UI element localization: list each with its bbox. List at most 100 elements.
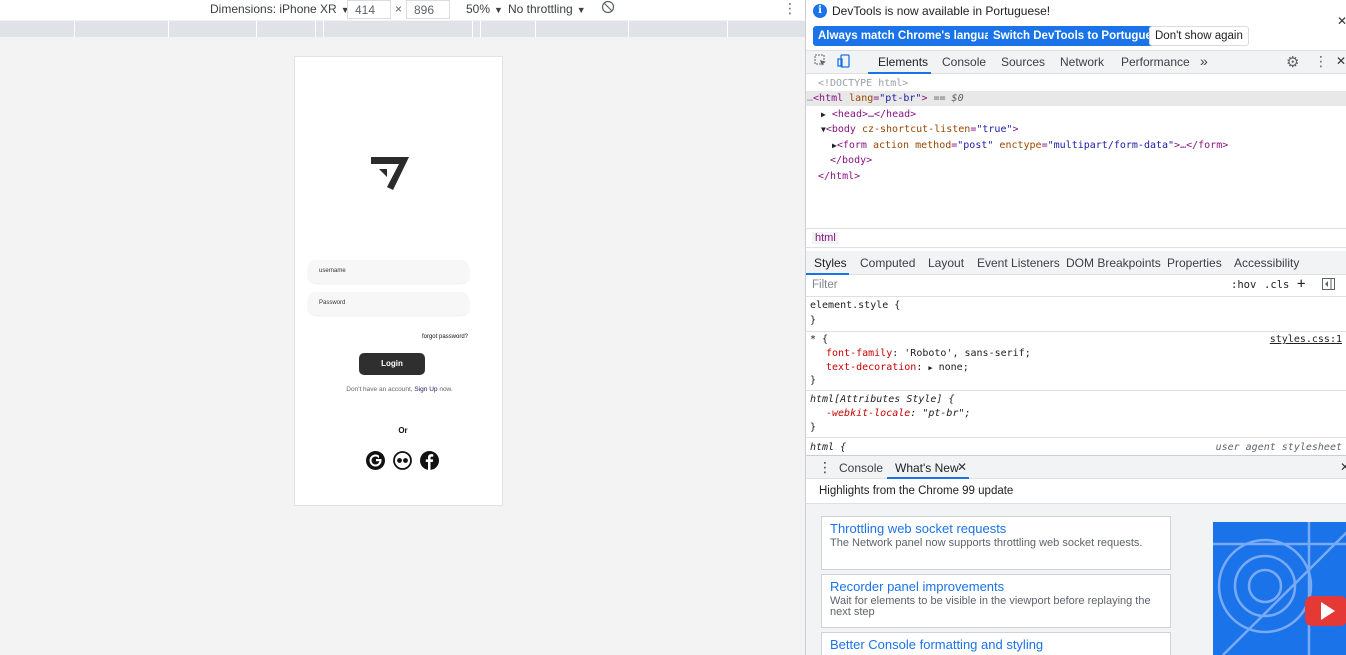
brand-logo: [371, 157, 409, 190]
close-brace: }: [810, 375, 817, 386]
selector-universal[interactable]: * {: [810, 333, 828, 347]
dom-node-html[interactable]: …<html lang="pt-br"> == $0: [806, 91, 1346, 106]
forgot-password-link[interactable]: forgot password?: [422, 334, 468, 340]
facebook-icon[interactable]: [420, 451, 439, 470]
breadcrumb[interactable]: html: [812, 232, 839, 244]
always-match-language-button[interactable]: Always match Chrome's language: [813, 26, 1010, 46]
close-icon[interactable]: ✕: [1337, 14, 1346, 28]
hov-toggle[interactable]: :hov: [1231, 279, 1256, 291]
drawer-tab-console[interactable]: Console: [839, 461, 883, 475]
signup-link[interactable]: Sign Up: [414, 386, 437, 393]
form-enctype-attr: enctype: [999, 140, 1042, 151]
dom-node-doctype[interactable]: <!DOCTYPE html>: [806, 76, 1346, 91]
width-input[interactable]: 414: [347, 0, 391, 19]
form-close-text: …</form>: [1180, 140, 1229, 151]
cls-toggle[interactable]: .cls: [1264, 279, 1289, 291]
html-close-text: </html>: [818, 171, 861, 182]
close-icon[interactable]: ✕: [1336, 54, 1346, 68]
gear-icon[interactable]: ⚙: [1286, 53, 1299, 71]
dom-node-head[interactable]: ▶ <head>…</head>: [806, 107, 1346, 122]
dont-show-again-button[interactable]: Don't show again: [1149, 26, 1249, 46]
dom-node-body[interactable]: ▼<body cz-shortcut-listen="true">: [806, 122, 1346, 137]
dom-node-body-close[interactable]: </body>: [806, 153, 1346, 168]
news-card[interactable]: Better Console formatting and styling: [821, 632, 1171, 655]
news-card-title[interactable]: Recorder panel improvements: [830, 579, 1162, 594]
dom-node-html-close[interactable]: </html>: [806, 169, 1346, 184]
selector-attributes-style[interactable]: html[Attributes Style] {: [810, 393, 955, 407]
signup-text: Don't have an account, Sign Up now.: [295, 386, 504, 393]
font-family-decl[interactable]: font-family: 'Roboto', sans-serif;: [826, 347, 1031, 361]
tab-properties[interactable]: Properties: [1167, 256, 1222, 270]
body-attr-value: "true": [976, 124, 1013, 135]
news-card[interactable]: Recorder panel improvements Wait for ele…: [821, 574, 1171, 628]
switch-language-button[interactable]: Switch DevTools to Portuguese: [988, 26, 1170, 46]
html-lang-value: "pt-br": [879, 93, 922, 104]
tab-console[interactable]: Console: [942, 55, 986, 69]
tab-event-listeners[interactable]: Event Listeners: [977, 256, 1060, 270]
tab-dom-breakpoints[interactable]: DOM Breakpoints: [1066, 256, 1161, 270]
style-rule-attributes: html[Attributes Style] { -webkit-locale:…: [806, 392, 1346, 438]
tab-accessibility[interactable]: Accessibility: [1234, 256, 1299, 270]
username-input[interactable]: username: [308, 260, 469, 283]
whats-new-panel: Highlights from the Chrome 99 update Thr…: [806, 480, 1346, 655]
close-icon[interactable]: ✕: [957, 460, 967, 474]
tab-layout[interactable]: Layout: [928, 256, 964, 270]
drawer-menu-icon[interactable]: ⋮: [818, 459, 832, 476]
news-card-title[interactable]: Throttling web socket requests: [830, 521, 1162, 536]
youtube-play-icon[interactable]: [1305, 596, 1346, 626]
chrome-update-graphic: [1213, 522, 1346, 655]
height-input[interactable]: 896: [406, 0, 450, 19]
login-button[interactable]: Login: [359, 353, 425, 375]
text-decoration-decl[interactable]: text-decoration: ▶ none;: [826, 361, 969, 375]
media-query-ruler[interactable]: [0, 21, 805, 37]
video-thumbnail[interactable]: [1213, 522, 1346, 655]
drawer-tab-bar: ⋮ Console What's New ✕ ✕: [806, 455, 1346, 479]
tab-styles[interactable]: Styles: [814, 256, 847, 270]
prop-value: none;: [938, 362, 969, 373]
or-divider: Or: [398, 426, 408, 435]
news-card[interactable]: Throttling web socket requests The Netwo…: [821, 516, 1171, 570]
more-tabs-icon[interactable]: »: [1200, 53, 1208, 69]
user-agent-source: user agent stylesheet: [1215, 442, 1342, 453]
locale-decl[interactable]: -webkit-locale: "pt-br";: [826, 407, 971, 421]
prop-value: "pt-br";: [922, 408, 971, 419]
selected-marker: == $0: [933, 93, 964, 104]
device-dropdown[interactable]: Dimensions: iPhone XR ▼: [210, 2, 350, 16]
more-options-icon[interactable]: ⋮: [783, 0, 797, 17]
stylesheet-link[interactable]: styles.css:1: [1270, 333, 1342, 347]
device-toolbar: Dimensions: iPhone XR ▼ 414 × 896 50% ▼ No…: [0, 0, 805, 20]
prop-name: -webkit-locale: [826, 408, 911, 419]
sidebar-toggle-icon[interactable]: [1322, 278, 1335, 293]
expand-arrow-icon[interactable]: ▶: [928, 364, 932, 372]
drawer-tab-whats-new[interactable]: What's New: [895, 461, 959, 475]
tab-sources[interactable]: Sources: [1001, 55, 1045, 69]
selector-element-style[interactable]: element.style {: [810, 299, 900, 313]
expand-arrow-icon[interactable]: ▶: [821, 110, 826, 119]
language-infobar: i DevTools is now available in Portugues…: [806, 0, 1346, 48]
google-icon[interactable]: [366, 451, 385, 470]
styles-filter-bar: Filter :hov .cls +: [806, 276, 1346, 297]
main-tab-bar: Elements Console Sources Network Perform…: [806, 50, 1346, 74]
form-method-attr: method: [915, 140, 952, 151]
styles-pane: element.style { } * { styles.css:1 font-…: [806, 298, 1346, 454]
password-input[interactable]: Password: [308, 292, 469, 315]
rotate-icon[interactable]: [601, 0, 615, 17]
tab-computed[interactable]: Computed: [860, 256, 915, 270]
new-rule-icon[interactable]: +: [1297, 276, 1305, 292]
news-card-title[interactable]: Better Console formatting and styling: [830, 637, 1162, 652]
selector-html[interactable]: html {: [810, 441, 846, 454]
flickr-icon[interactable]: [393, 451, 412, 470]
inspect-element-icon[interactable]: [814, 54, 827, 70]
zoom-dropdown[interactable]: 50% ▼: [466, 2, 503, 16]
tab-performance[interactable]: Performance: [1121, 55, 1190, 69]
more-options-icon[interactable]: ⋮: [1314, 53, 1328, 70]
tab-elements[interactable]: Elements: [878, 55, 928, 69]
throttling-dropdown[interactable]: No throttling ▼: [508, 2, 586, 16]
tab-network[interactable]: Network: [1060, 55, 1104, 69]
style-rule-element: element.style { }: [806, 298, 1346, 332]
device-emulation-pane: Dimensions: iPhone XR ▼ 414 × 896 50% ▼ No…: [0, 0, 805, 655]
device-toggle-icon[interactable]: [837, 54, 851, 71]
filter-input[interactable]: Filter: [812, 279, 838, 291]
dom-node-form[interactable]: ▶<form action method="post" enctype="mul…: [806, 138, 1346, 153]
close-drawer-icon[interactable]: ✕: [1340, 460, 1346, 474]
